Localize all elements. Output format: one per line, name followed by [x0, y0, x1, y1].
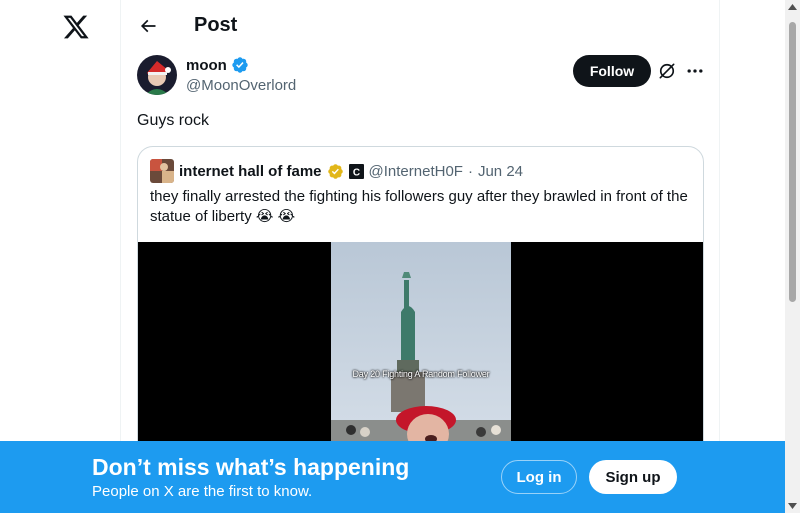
separator-dot: ·	[467, 162, 473, 180]
banner-title: Don’t miss what’s happening	[92, 454, 410, 480]
grok-icon[interactable]	[657, 61, 677, 81]
gold-verified-badge-icon	[327, 163, 343, 179]
quoted-post-body: they finally arrested the fighting his f…	[150, 188, 688, 225]
page-title: Post	[194, 14, 238, 36]
quoted-post-text: they finally arrested the fighting his f…	[150, 187, 695, 227]
verified-badge-icon	[232, 57, 248, 73]
page-scrollbar[interactable]	[785, 0, 800, 513]
quoted-post-date: Jun 24	[477, 162, 524, 180]
more-options-icon[interactable]	[685, 61, 705, 81]
quoted-avatar-image	[150, 159, 174, 183]
author-avatar[interactable]	[137, 55, 177, 95]
scroll-down-arrow-icon[interactable]	[788, 503, 797, 509]
sign-up-button[interactable]: Sign up	[589, 460, 677, 494]
author-handle[interactable]: @MoonOverlord	[186, 77, 296, 94]
post-header: Post	[121, 0, 721, 53]
back-arrow-icon	[140, 19, 156, 33]
video-caption: Day 20 Fighting A Random Follower	[352, 369, 490, 379]
quoted-author-handle: @InternetH0F	[368, 162, 463, 180]
quoted-post-header: internet hall of fame C @InternetH0F · J…	[150, 159, 523, 183]
signup-banner: Don’t miss what’s happening People on X …	[0, 441, 785, 513]
log-in-button[interactable]: Log in	[501, 460, 577, 494]
scroll-up-arrow-icon[interactable]	[788, 4, 797, 10]
author-name[interactable]: moon	[186, 56, 249, 74]
affiliate-badge-letter: C	[352, 167, 359, 178]
post-text: Guys rock	[137, 112, 210, 129]
banner-subtitle: People on X are the first to know.	[92, 483, 313, 500]
author-name-text: moon	[186, 56, 227, 74]
post-column: Post moon @MoonOverlord Follow Guys rock	[120, 0, 720, 513]
scrollbar-thumb[interactable]	[789, 22, 796, 302]
quoted-author-avatar	[150, 159, 174, 183]
affiliate-badge-icon: C	[348, 163, 364, 179]
crying-emoji: 😭	[255, 208, 274, 225]
x-logo-icon[interactable]	[62, 13, 90, 41]
back-button[interactable]	[135, 13, 161, 39]
follow-button[interactable]: Follow	[573, 55, 651, 87]
quoted-author-name: internet hall of fame	[179, 162, 322, 180]
quoted-post-card[interactable]: internet hall of fame C @InternetH0F · J…	[137, 146, 704, 486]
crying-emoji: 😭	[277, 208, 296, 225]
avatar-image	[137, 55, 177, 95]
